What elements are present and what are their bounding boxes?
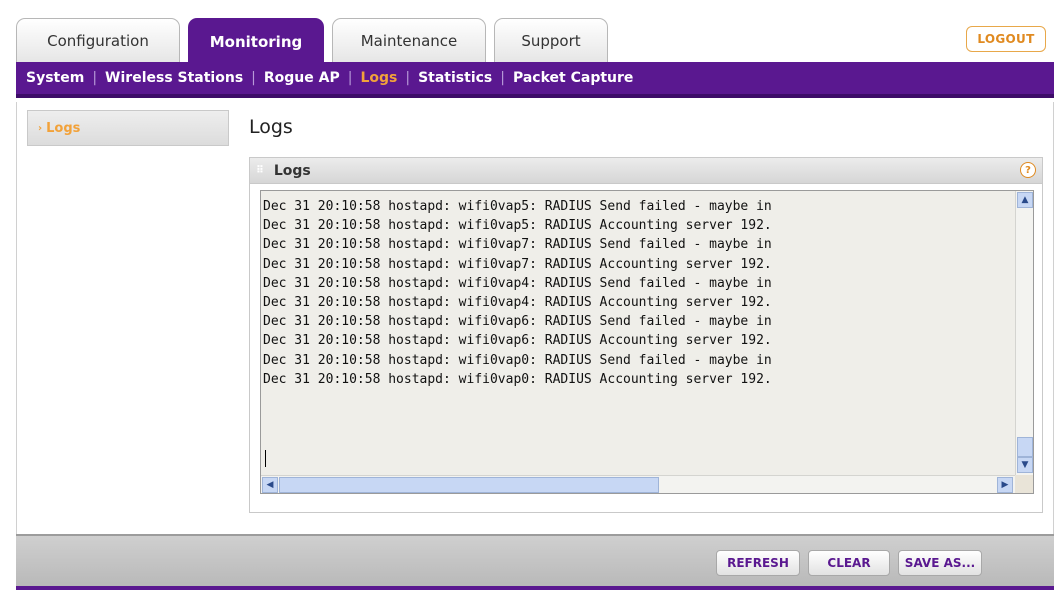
subnav-packet-capture[interactable]: Packet Capture (513, 70, 633, 86)
save-as-button[interactable]: SAVE AS... (898, 550, 982, 576)
tab-monitoring[interactable]: Monitoring (188, 18, 324, 64)
page-title: Logs (249, 116, 293, 138)
subnav-rogue-ap[interactable]: Rogue AP (264, 70, 340, 86)
chevron-right-icon: › (38, 122, 43, 134)
app-frame: Configuration Monitoring Maintenance Sup… (6, 8, 1054, 590)
log-line: Dec 31 20:10:58 hostapd: wifi0vap5: RADI… (263, 218, 772, 234)
vertical-scroll-thumb[interactable] (1017, 437, 1033, 457)
logs-panel: ⠿ Logs ? Dec 31 20:10:58 hostapd: wifi0v… (249, 157, 1043, 513)
panel-title: Logs (273, 162, 311, 179)
log-line: Dec 31 20:10:58 hostapd: wifi0vap7: RADI… (263, 237, 772, 253)
sidebar-item-logs[interactable]: › Logs (27, 110, 229, 146)
text-caret (265, 450, 266, 467)
sub-navigation: System | Wireless Stations | Rogue AP | … (16, 62, 1054, 98)
refresh-button[interactable]: REFRESH (716, 550, 800, 576)
action-bar: REFRESH CLEAR SAVE AS... (16, 534, 1054, 590)
log-line: Dec 31 20:10:58 hostapd: wifi0vap4: RADI… (263, 295, 772, 311)
tab-maintenance[interactable]: Maintenance (332, 18, 486, 62)
clear-button[interactable]: CLEAR (808, 550, 890, 576)
subnav-wireless-stations[interactable]: Wireless Stations (105, 70, 243, 86)
subnav-separator: | (347, 70, 353, 86)
horizontal-scroll-thumb[interactable] (279, 477, 659, 493)
scroll-down-icon[interactable]: ▼ (1017, 457, 1033, 473)
subnav-system[interactable]: System (26, 70, 84, 86)
panel-header: ⠿ Logs ? (250, 158, 1042, 184)
subnav-separator: | (500, 70, 505, 86)
log-line: Dec 31 20:10:58 hostapd: wifi0vap7: RADI… (263, 256, 772, 272)
main-tabs: Configuration Monitoring Maintenance Sup… (16, 18, 1054, 64)
grip-icon: ⠿ (256, 165, 264, 176)
logout-button[interactable]: LOGOUT (966, 26, 1046, 52)
log-line: Dec 31 20:10:58 hostapd: wifi0vap6: RADI… (263, 314, 772, 330)
log-lines: Dec 31 20:10:58 hostapd: wifi0vap5: RADI… (263, 197, 1011, 467)
scroll-up-icon[interactable]: ▲ (1017, 192, 1033, 208)
log-line: Dec 31 20:10:58 hostapd: wifi0vap5: RADI… (263, 199, 772, 214)
help-icon[interactable]: ? (1020, 162, 1036, 178)
log-line: Dec 31 20:10:58 hostapd: wifi0vap6: RADI… (263, 333, 772, 349)
tab-support[interactable]: Support (494, 18, 608, 62)
scrollbar-corner (1015, 475, 1033, 493)
horizontal-scrollbar[interactable]: ◀ ▶ (261, 475, 1017, 493)
log-line: Dec 31 20:10:58 hostapd: wifi0vap4: RADI… (263, 275, 772, 291)
tab-configuration[interactable]: Configuration (16, 18, 180, 62)
sidebar-item-label: Logs (46, 120, 81, 136)
log-line: Dec 31 20:10:58 hostapd: wifi0vap0: RADI… (263, 352, 772, 368)
subnav-logs[interactable]: Logs (360, 70, 397, 86)
scroll-left-icon[interactable]: ◀ (262, 477, 278, 493)
subnav-statistics[interactable]: Statistics (418, 70, 492, 86)
subnav-separator: | (92, 70, 98, 86)
log-line: Dec 31 20:10:58 hostapd: wifi0vap0: RADI… (263, 371, 772, 387)
log-textarea[interactable]: Dec 31 20:10:58 hostapd: wifi0vap5: RADI… (260, 190, 1034, 494)
subnav-separator: | (251, 70, 256, 86)
subnav-separator: | (405, 70, 411, 86)
main-content: › Logs Logs ⠿ Logs ? Dec 31 20:10:58 hos… (16, 102, 1054, 534)
vertical-scrollbar[interactable]: ▲ ▼ (1015, 191, 1033, 475)
scroll-right-icon[interactable]: ▶ (997, 477, 1013, 493)
